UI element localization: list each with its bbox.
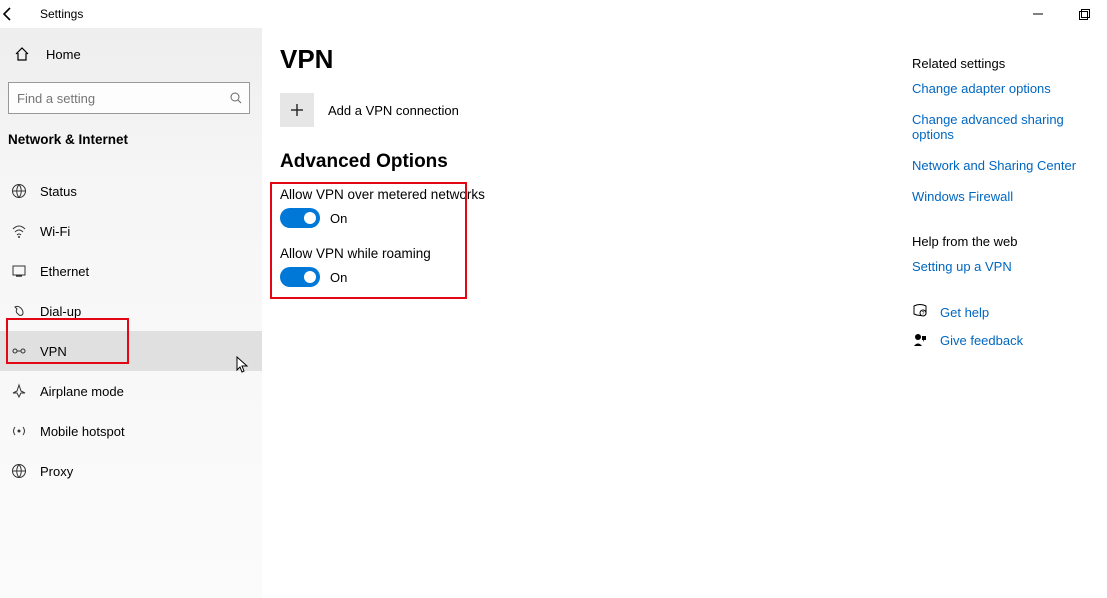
ethernet-icon [10, 262, 28, 280]
nav-label: Proxy [40, 464, 73, 479]
related-settings-header: Related settings [912, 56, 1102, 71]
back-button[interactable] [0, 6, 40, 22]
search-container [0, 74, 262, 124]
nav-label: Dial-up [40, 304, 81, 319]
link-sharing-options[interactable]: Change advanced sharing options [912, 112, 1102, 142]
plus-icon [280, 93, 314, 127]
home-button[interactable]: Home [0, 34, 262, 74]
add-vpn-label: Add a VPN connection [328, 103, 459, 118]
sidebar-section-label: Network & Internet [0, 124, 262, 157]
vpn-icon [10, 342, 28, 360]
nav-label: Ethernet [40, 264, 89, 279]
wifi-icon [10, 222, 28, 240]
window-controls [1015, 0, 1107, 28]
title-bar: Settings [0, 0, 1107, 28]
nav-item-airplane[interactable]: Airplane mode [0, 371, 262, 411]
nav-label: Wi-Fi [40, 224, 70, 239]
link-setup-vpn[interactable]: Setting up a VPN [912, 259, 1102, 274]
dialup-icon [10, 302, 28, 320]
nav-list: Status Wi-Fi Ethernet Dial-up VPN [0, 171, 262, 491]
help-web-header: Help from the web [912, 234, 1102, 249]
nav-label: VPN [40, 344, 67, 359]
sidebar: Home Network & Internet Status Wi-Fi [0, 28, 262, 598]
toggle-metered[interactable] [280, 208, 320, 228]
toggle-roaming-state: On [330, 270, 347, 285]
nav-label: Status [40, 184, 77, 199]
toggle-metered-state: On [330, 211, 347, 226]
nav-item-vpn[interactable]: VPN [0, 331, 262, 371]
proxy-icon [10, 462, 28, 480]
nav-item-wifi[interactable]: Wi-Fi [0, 211, 262, 251]
link-network-center[interactable]: Network and Sharing Center [912, 158, 1102, 173]
feedback-icon [912, 332, 928, 348]
nav-item-dialup[interactable]: Dial-up [0, 291, 262, 331]
window-title: Settings [40, 7, 83, 21]
home-label: Home [46, 47, 81, 62]
help-icon: ? [912, 304, 928, 320]
nav-item-status[interactable]: Status [0, 171, 262, 211]
nav-item-ethernet[interactable]: Ethernet [0, 251, 262, 291]
minimize-button[interactable] [1015, 0, 1061, 28]
toggle-roaming[interactable] [280, 267, 320, 287]
link-firewall[interactable]: Windows Firewall [912, 189, 1102, 204]
status-icon [10, 182, 28, 200]
right-column: Related settings Change adapter options … [912, 56, 1102, 360]
link-adapter-options[interactable]: Change adapter options [912, 81, 1102, 96]
search-input[interactable] [8, 82, 250, 114]
nav-item-hotspot[interactable]: Mobile hotspot [0, 411, 262, 451]
give-feedback-link[interactable]: Give feedback [940, 333, 1023, 348]
maximize-button[interactable] [1061, 0, 1107, 28]
svg-text:?: ? [922, 311, 925, 317]
hotspot-icon [10, 422, 28, 440]
nav-label: Airplane mode [40, 384, 124, 399]
airplane-icon [10, 382, 28, 400]
nav-label: Mobile hotspot [40, 424, 125, 439]
home-icon [14, 46, 32, 62]
nav-item-proxy[interactable]: Proxy [0, 451, 262, 491]
get-help-link[interactable]: Get help [940, 305, 989, 320]
